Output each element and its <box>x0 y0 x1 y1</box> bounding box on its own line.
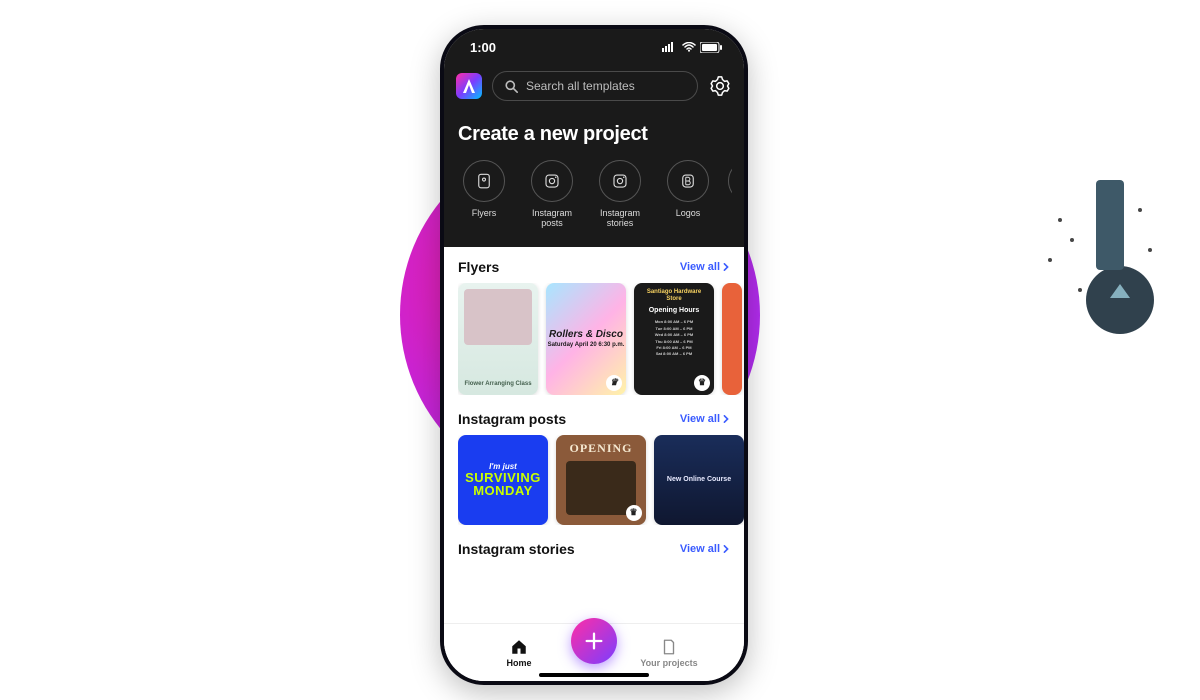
plus-icon <box>583 630 605 652</box>
template-flyer-1[interactable]: Flower Arranging Class <box>458 283 538 395</box>
settings-button[interactable] <box>708 74 732 98</box>
search-input[interactable]: Search all templates <box>492 71 698 101</box>
premium-badge-icon: ♛ <box>694 375 710 391</box>
content-scroll[interactable]: Flyers View all Flower Arranging Class R… <box>444 247 744 623</box>
wifi-icon <box>682 42 696 52</box>
template-post-1[interactable]: I'm just SURVIVING MONDAY <box>458 435 548 525</box>
flyer-icon <box>475 172 493 190</box>
new-project-fab[interactable] <box>571 618 617 664</box>
tab-your-projects[interactable]: Your projects <box>629 638 709 668</box>
search-icon <box>505 80 518 93</box>
template-post-2[interactable]: OPENING ♛ <box>556 435 646 525</box>
signal-icon <box>662 42 678 52</box>
instagram-icon <box>611 172 629 190</box>
projects-icon <box>660 638 678 656</box>
template-post-3[interactable]: New Online Course <box>654 435 744 525</box>
status-icons <box>662 42 722 53</box>
category-instagram-stories[interactable]: Instagram stories <box>594 160 646 229</box>
category-instagram-posts[interactable]: Instagram posts <box>526 160 578 229</box>
header-title: Create a new project <box>458 123 732 146</box>
premium-badge-icon: ♛ <box>606 375 622 391</box>
status-time: 1:00 <box>470 40 496 55</box>
tab-bar: Home Your projects <box>444 623 744 681</box>
viewall-posts[interactable]: View all <box>680 413 730 425</box>
section-instagram-posts: Instagram posts View all I'm just SURVIV… <box>458 411 744 525</box>
chevron-right-icon <box>722 415 730 423</box>
section-title-flyers: Flyers <box>458 259 499 275</box>
category-flyers[interactable]: Flyers <box>458 160 510 229</box>
flyers-row[interactable]: Flower Arranging Class Rollers & Disco S… <box>458 283 744 395</box>
instagram-icon <box>543 172 561 190</box>
category-row[interactable]: Flyers Instagram posts Instagram stories… <box>456 160 732 229</box>
section-instagram-stories: Instagram stories View all <box>458 541 744 557</box>
home-icon <box>510 638 528 656</box>
bg-blob-decor <box>1020 160 1160 360</box>
template-flyer-2[interactable]: Rollers & Disco Saturday April 20 6:30 p… <box>546 283 626 395</box>
home-indicator <box>539 673 649 677</box>
posts-row[interactable]: I'm just SURVIVING MONDAY OPENING ♛ New … <box>458 435 744 525</box>
category-logos[interactable]: Logos <box>662 160 714 229</box>
viewall-stories[interactable]: View all <box>680 543 730 555</box>
section-flyers: Flyers View all Flower Arranging Class R… <box>458 259 744 395</box>
app-header: Search all templates Create a new projec… <box>444 65 744 247</box>
premium-badge-icon: ♛ <box>626 505 642 521</box>
search-placeholder: Search all templates <box>526 79 635 93</box>
tab-home[interactable]: Home <box>479 638 559 668</box>
phone-screen: 1:00 Search all templates <box>444 29 744 681</box>
section-title-posts: Instagram posts <box>458 411 566 427</box>
app-logo[interactable] <box>456 73 482 99</box>
section-title-stories: Instagram stories <box>458 541 575 557</box>
template-flyer-4[interactable] <box>722 283 742 395</box>
viewall-flyers[interactable]: View all <box>680 261 730 273</box>
chevron-right-icon <box>722 545 730 553</box>
template-flyer-3[interactable]: Santiago Hardware Store Opening Hours Mo… <box>634 283 714 395</box>
status-bar: 1:00 <box>444 29 744 65</box>
logo-b-icon <box>679 172 697 190</box>
logo-a-icon <box>461 78 477 94</box>
gear-icon <box>710 76 730 96</box>
category-more[interactable]: Y the <box>730 160 732 229</box>
phone-frame: 1:00 Search all templates <box>440 25 748 685</box>
chevron-right-icon <box>722 263 730 271</box>
battery-icon <box>700 42 722 53</box>
